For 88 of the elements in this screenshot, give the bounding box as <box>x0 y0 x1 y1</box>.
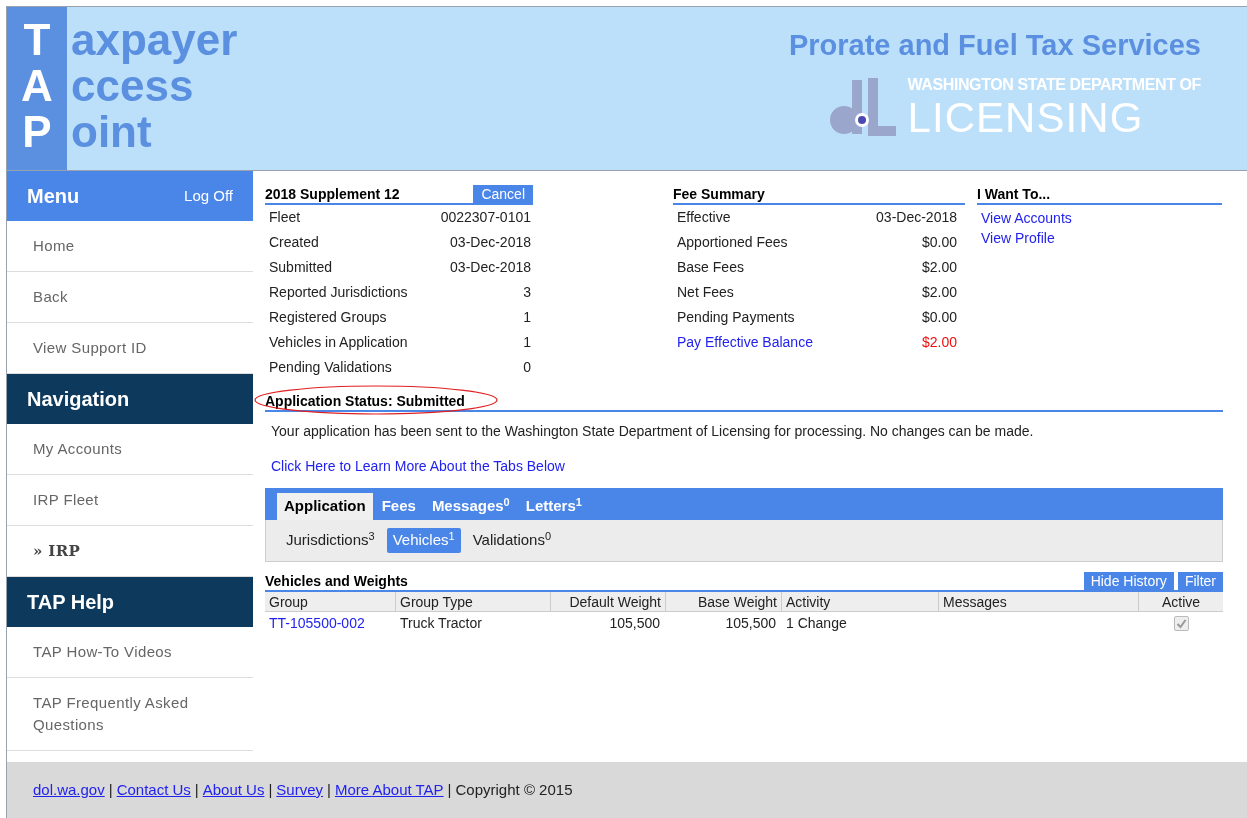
fee-value: $2.00 <box>921 283 957 302</box>
fee-value: $2.00 <box>921 333 957 352</box>
status-message: Your application has been sent to the Washington State Department of Licensing for processing. No changes can be made. <box>270 422 1035 440</box>
sidebar-section-title: TAP Help <box>27 590 115 615</box>
subtab[interactable]: Jurisdictions$^{3}$ <box>280 528 381 553</box>
summary-value: 3 <box>523 283 531 302</box>
group-link[interactable]: TT-105500-002 <box>269 614 365 631</box>
column-header: Base Weight <box>666 592 782 611</box>
section-title: Application Status: Submitted <box>265 392 465 410</box>
footer-text: | <box>194 779 199 800</box>
column-header: Group <box>265 592 396 611</box>
table-action-button[interactable]: Hide History <box>1083 572 1174 590</box>
agency-name: LICENSING <box>907 97 1145 139</box>
footer-link[interactable]: dol.wa.gov <box>33 778 105 802</box>
summary-label: Created <box>269 233 319 252</box>
column-header: Messages <box>939 592 1139 611</box>
footer-text: | <box>108 779 113 800</box>
table-cell-text: 105,500 <box>724 613 777 633</box>
column-header: Active <box>1160 593 1202 611</box>
fee-value: $2.00 <box>921 258 957 277</box>
cancel-button[interactable]: Cancel <box>473 185 533 203</box>
column-header: Default Weight <box>551 592 666 611</box>
table-action-button[interactable]: Filter <box>1177 572 1223 590</box>
sidebar-item[interactable]: IRP Fleet <box>7 475 253 526</box>
summary-value: 1 <box>523 308 531 327</box>
logo-word: axpayer <box>71 18 238 62</box>
summary-label: Reported Jurisdictions <box>269 283 408 302</box>
column-header: Activity <box>782 592 939 611</box>
section-title: Fee Summary <box>673 185 765 203</box>
logo-initial: A <box>20 64 54 108</box>
table-cell-text: Truck Tractor <box>399 613 483 633</box>
sidebar-item[interactable]: TAP Frequently Asked Questions <box>7 678 253 751</box>
footer-link[interactable]: More About TAP <box>334 778 444 802</box>
summary-value: 0022307-0101 <box>440 208 531 227</box>
section-title: Vehicles and Weights <box>265 572 408 590</box>
logo-initial: T <box>22 18 52 62</box>
sidebar-item[interactable]: My Accounts <box>7 424 253 475</box>
summary-label: Vehicles in Application <box>269 333 408 352</box>
log-off-link[interactable]: Log Off <box>184 184 233 208</box>
pay-balance-link[interactable]: Pay Effective Balance <box>677 332 813 353</box>
sidebar-section-title: Navigation <box>27 387 130 412</box>
footer-text: | <box>447 779 452 800</box>
summary-value: 0 <box>523 358 531 377</box>
fee-value: 03-Dec-2018 <box>876 208 957 227</box>
logo-initial: P <box>21 110 53 154</box>
summary-value: 03-Dec-2018 <box>450 258 531 277</box>
action-link[interactable]: View Profile <box>981 228 1222 248</box>
fee-label: Base Fees <box>677 258 744 277</box>
tab[interactable]: Letters$^{1}$ <box>518 493 589 520</box>
sidebar-item[interactable]: Back <box>7 272 253 323</box>
fee-label: Pending Payments <box>677 308 795 327</box>
agency-line: WASHINGTON STATE DEPARTMENT OF <box>907 77 1201 93</box>
section-title: 2018 Supplement 12 <box>265 185 400 203</box>
footer-link[interactable]: About Us <box>202 778 265 802</box>
summary-label: Fleet <box>269 208 301 227</box>
sidebar-item[interactable]: TAP How-To Videos <box>7 627 253 678</box>
tab[interactable]: Application <box>277 493 373 520</box>
fee-label: Effective <box>677 208 731 227</box>
site-title: Prorate and Fuel Tax Services <box>788 31 1201 60</box>
fee-value: $0.00 <box>921 308 957 327</box>
table-cell-text: 105,500 <box>608 613 661 633</box>
subtab[interactable]: Vehicles$^{1}$ <box>386 528 461 553</box>
fee-label: Apportioned Fees <box>677 233 788 252</box>
action-link[interactable]: View Accounts <box>981 208 1222 228</box>
column-header: Group Type <box>396 592 551 611</box>
sidebar-section-title: Menu <box>27 184 80 209</box>
summary-label: Submitted <box>269 258 333 277</box>
sidebar-item[interactable]: Home <box>7 221 253 272</box>
footer-link[interactable]: Survey <box>276 778 324 802</box>
summary-label: Registered Groups <box>269 308 387 327</box>
active-checkbox[interactable] <box>1173 615 1189 631</box>
summary-value: 1 <box>523 333 531 352</box>
subtab[interactable]: Validations$^{0}$ <box>466 528 558 553</box>
summary-value: 03-Dec-2018 <box>450 233 531 252</box>
summary-label: Pending Validations <box>269 358 392 377</box>
tab[interactable]: Messages$^{0}$ <box>424 493 517 520</box>
footer-link[interactable]: Contact Us <box>116 778 191 802</box>
fee-label: Net Fees <box>677 283 734 302</box>
logo-word: ccess <box>71 64 194 108</box>
footer-text: | <box>327 779 331 800</box>
logo-word: oint <box>71 110 152 154</box>
fee-value: $0.00 <box>921 233 957 252</box>
tabs-help-link[interactable]: Click Here to Learn More About the Tabs Below <box>265 457 1223 475</box>
section-title: I Want To... <box>977 185 1051 203</box>
footer-text: | <box>268 779 273 800</box>
tab[interactable]: Fees <box>374 493 423 520</box>
footer-text: Copyright © 2015 <box>455 779 573 800</box>
table-cell-text: 1 Change <box>785 613 848 633</box>
